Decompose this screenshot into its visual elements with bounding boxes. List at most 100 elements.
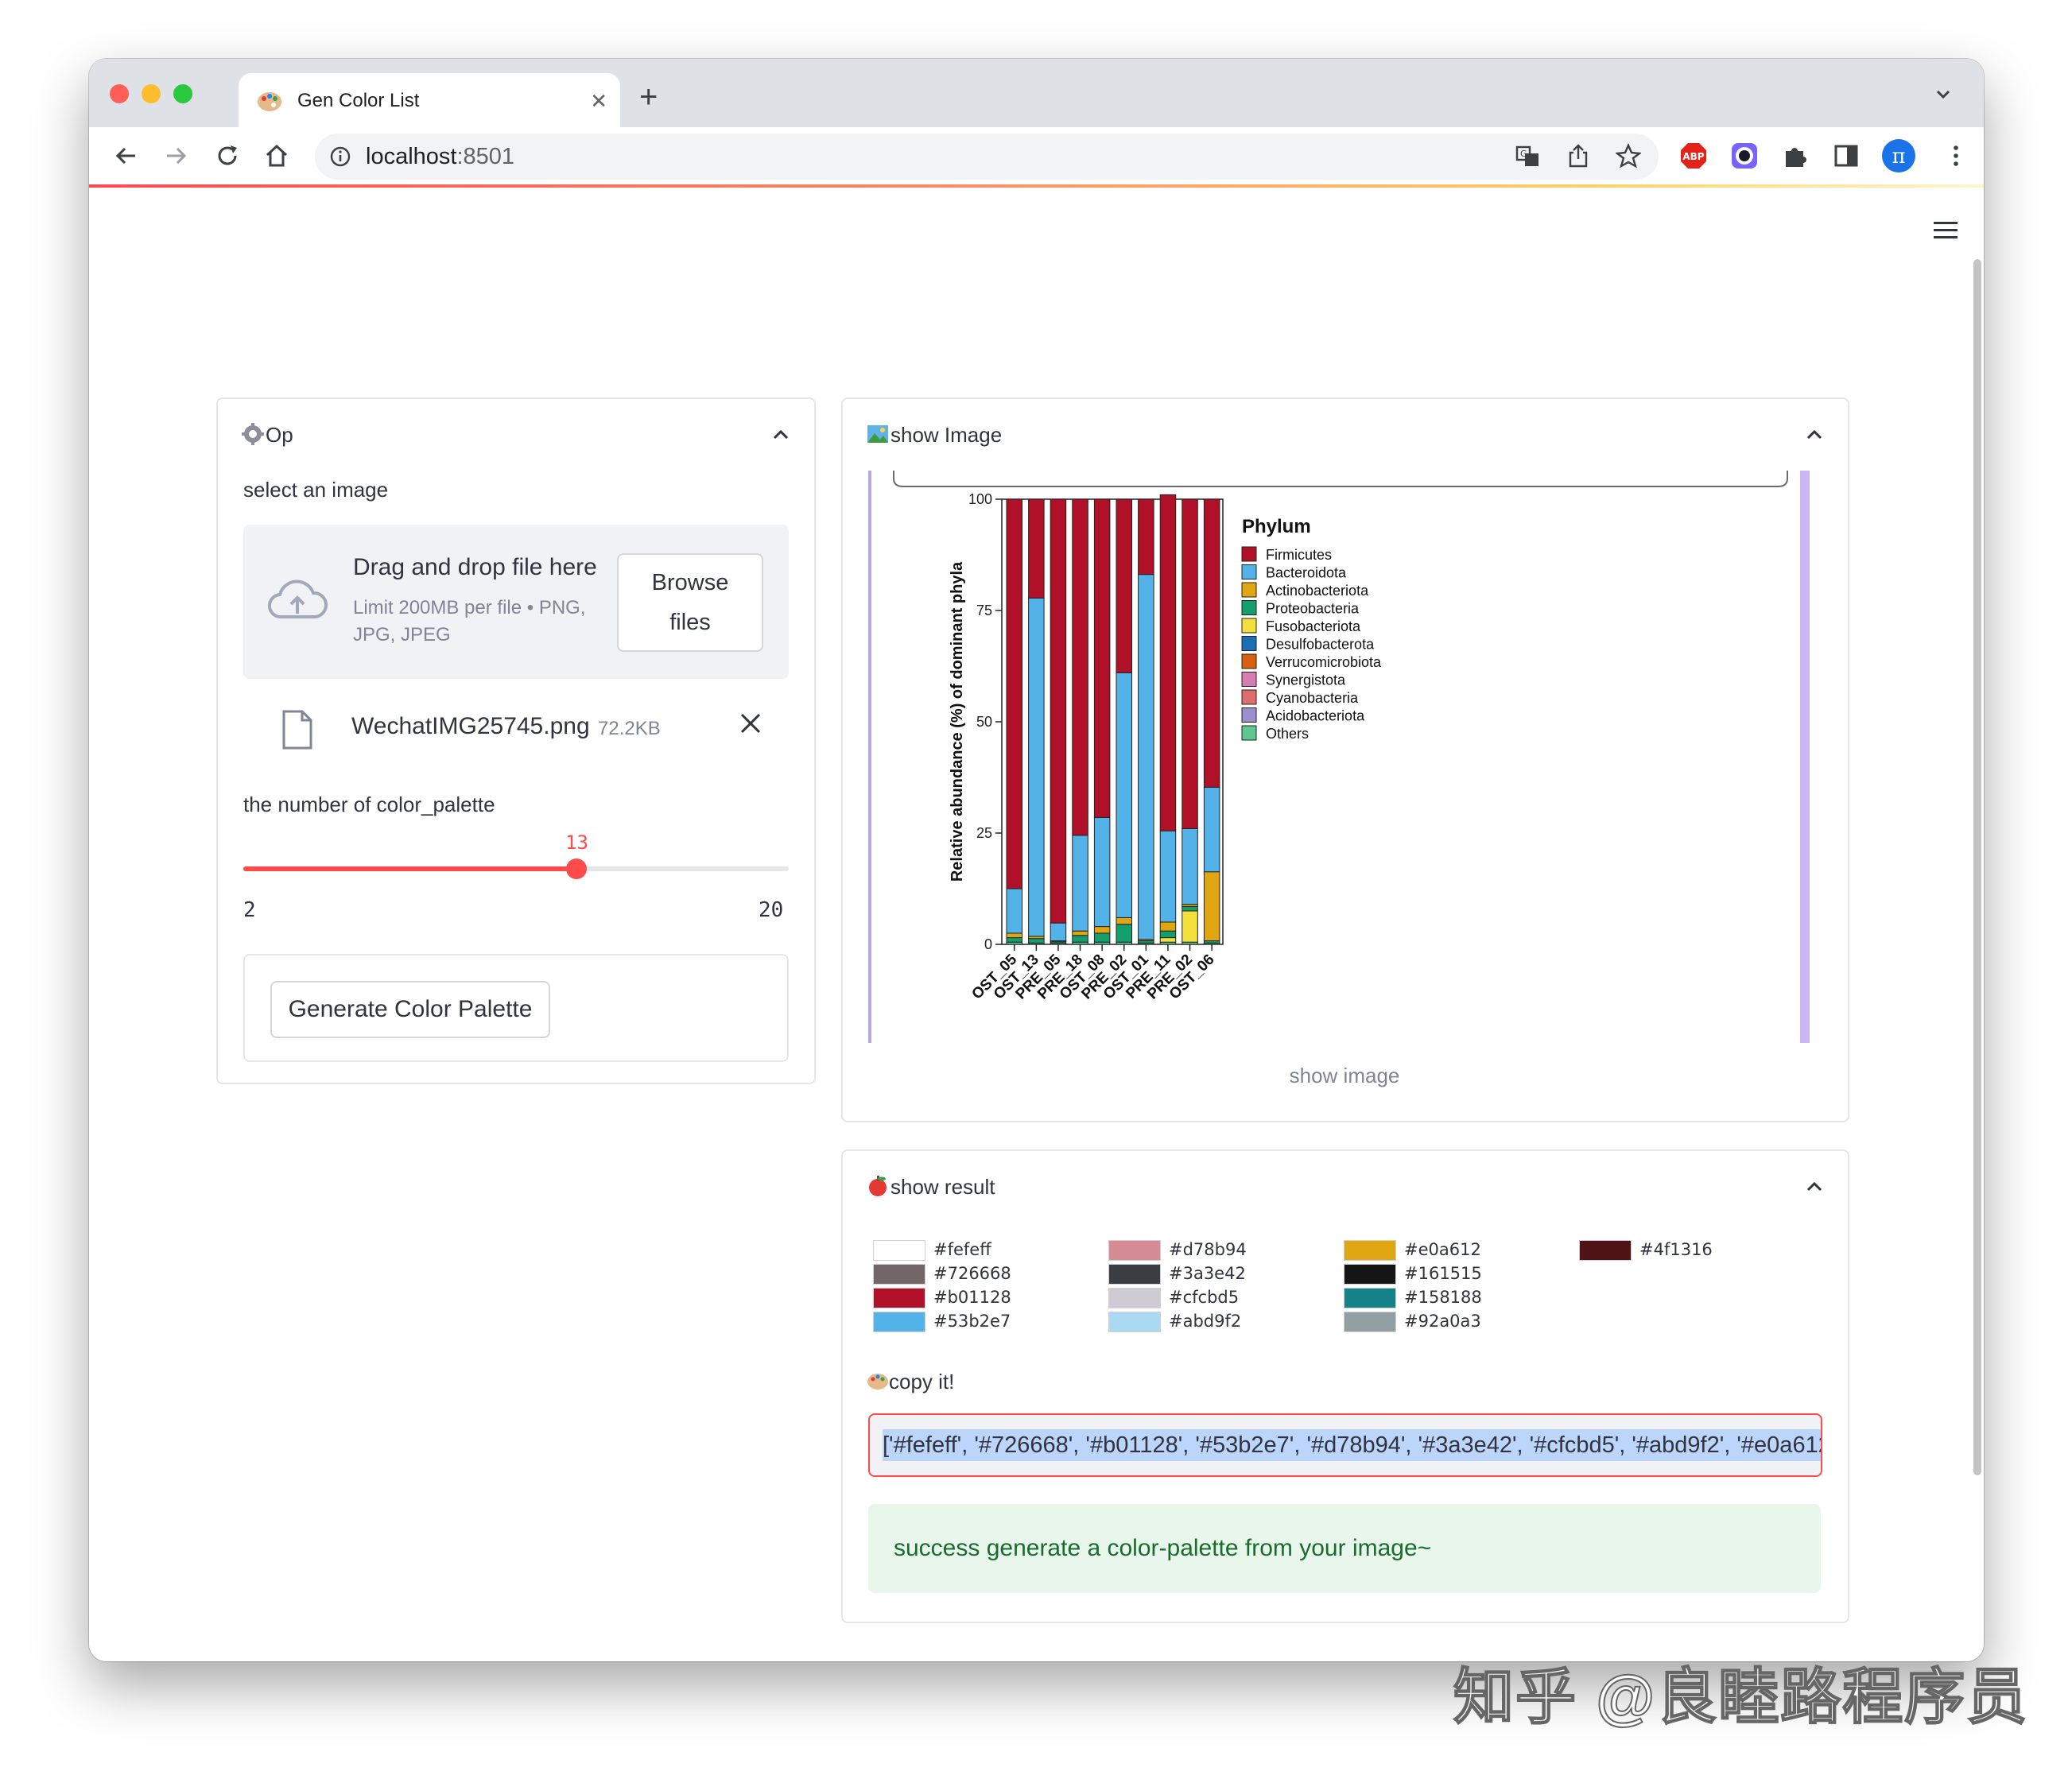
chevron-down-icon[interactable]	[1931, 83, 1955, 107]
op-expander-title: Op	[266, 423, 293, 447]
svg-text:G: G	[1520, 149, 1527, 159]
swatch-color-box	[1108, 1288, 1161, 1308]
bookmark-star-icon[interactable]	[1616, 143, 1641, 169]
legend-label: Desulfobacterota	[1266, 637, 1375, 653]
browse-button-line-2: files	[669, 610, 711, 635]
select-image-label: select an image	[243, 478, 389, 502]
frame-left-edge	[868, 471, 871, 1043]
chevron-up-icon[interactable]	[1805, 428, 1824, 442]
palette-copy-input[interactable]: ['#fefeff', '#726668', '#b01128', '#53b2…	[868, 1413, 1822, 1477]
back-arrow-icon[interactable]	[111, 141, 140, 170]
chevron-up-icon[interactable]	[1805, 1180, 1824, 1194]
color-picker-extension-icon[interactable]	[1730, 141, 1759, 170]
slider-thumb[interactable]	[566, 858, 587, 879]
show-result-title: show result	[890, 1175, 995, 1199]
page-scrollbar[interactable]	[1973, 259, 1981, 1475]
browser-toolbar: localhost:8501 G ABP π	[89, 127, 1984, 184]
profile-avatar-icon[interactable]: π	[1881, 138, 1916, 173]
show-image-expander-header[interactable]: show Image	[867, 421, 1002, 448]
tab-gen-color-list[interactable]: Gen Color List ✕	[239, 73, 620, 127]
side-panel-icon[interactable]	[1832, 141, 1861, 170]
bar-segment	[1182, 905, 1198, 912]
bar-segment	[1182, 910, 1198, 943]
share-icon[interactable]	[1566, 143, 1590, 169]
palette-swatch: #abd9f2	[1102, 1310, 1309, 1334]
y-tick-label: 25	[976, 825, 992, 841]
legend-swatch	[1241, 653, 1257, 669]
forward-arrow-icon[interactable]	[162, 141, 191, 170]
swatch-color-box	[1579, 1240, 1632, 1261]
home-icon[interactable]	[262, 141, 291, 170]
hamburger-menu-icon[interactable]	[1932, 219, 1959, 242]
svg-text:ABP: ABP	[1682, 151, 1704, 162]
gear-icon	[242, 423, 264, 445]
chevron-up-icon[interactable]	[771, 428, 790, 442]
swatch-hex-label: #d78b94	[1169, 1240, 1247, 1259]
bar-segment	[1116, 672, 1132, 918]
palette-copy-value[interactable]: ['#fefeff', '#726668', '#b01128', '#53b2…	[883, 1429, 1821, 1461]
close-window-button[interactable]	[110, 84, 129, 103]
show-image-title: show Image	[890, 423, 1003, 447]
bar-segment	[1116, 924, 1132, 943]
maximize-window-button[interactable]	[173, 84, 192, 103]
op-expander: Op select an image Drag and drop file he…	[216, 397, 816, 1084]
frame-top-bracket	[893, 471, 1788, 487]
palette-count-slider[interactable]	[243, 858, 789, 879]
browser-window: Gen Color List ✕ + localhost:8501 G ABP …	[89, 59, 1984, 1661]
swatch-hex-label: #726668	[933, 1264, 1011, 1283]
legend-swatch	[1241, 582, 1257, 598]
url-host: localhost	[366, 144, 457, 169]
generate-color-palette-button[interactable]: Generate Color Palette	[270, 981, 550, 1038]
bar-segment	[1159, 937, 1177, 943]
swatch-hex-label: #92a0a3	[1404, 1312, 1481, 1331]
reload-icon[interactable]	[213, 141, 242, 170]
bar-segment	[1203, 498, 1220, 788]
tab-title: Gen Color List	[297, 90, 420, 111]
translate-icon[interactable]: G	[1515, 145, 1541, 169]
legend-label: Proteobacteria	[1266, 601, 1360, 617]
bar-segment	[1050, 498, 1067, 924]
swatch-hex-label: #161515	[1404, 1264, 1482, 1283]
legend-label: Cyanobacteria	[1266, 690, 1359, 706]
new-tab-button[interactable]: +	[639, 79, 658, 114]
palette-swatch: #cfcbd5	[1102, 1286, 1309, 1310]
bar-segment	[1093, 498, 1111, 818]
info-icon[interactable]	[329, 145, 351, 168]
show-result-expander: show result #fefeff #726668 #b01128 #53b2e7…	[841, 1149, 1849, 1623]
address-bar[interactable]: localhost:8501 G	[315, 134, 1659, 180]
uploaded-file-name: WechatIMG25745.png	[351, 713, 590, 739]
bar-segment	[1072, 835, 1088, 932]
bar-segment	[1116, 917, 1132, 925]
minimize-window-button[interactable]	[142, 84, 161, 103]
y-tick-label: 0	[984, 936, 992, 952]
legend-swatch	[1241, 564, 1257, 579]
swatch-color-box	[1108, 1264, 1161, 1285]
swatch-color-box	[1108, 1240, 1161, 1261]
uploaded-image: 0 25 50 75 100 Relative abundance (%) of domi…	[868, 471, 1814, 1043]
y-tick-label: 50	[976, 714, 992, 730]
extensions-puzzle-icon[interactable]	[1781, 141, 1810, 170]
file-icon	[282, 710, 312, 750]
legend-swatch	[1241, 636, 1257, 651]
apple-icon	[869, 1176, 887, 1196]
adblock-icon[interactable]: ABP	[1679, 141, 1708, 170]
swatch-color-box	[1344, 1288, 1396, 1308]
bar-segment	[1028, 938, 1045, 944]
swatch-hex-label: #4f1316	[1639, 1240, 1713, 1259]
svg-text:π: π	[1892, 145, 1905, 169]
more-menu-icon[interactable]	[1942, 141, 1970, 170]
abundance-chart: 0 25 50 75 100 Relative abundance (%) of domi…	[868, 471, 1810, 1043]
form-container: Generate Color Palette	[243, 954, 789, 1062]
palette-icon	[867, 1374, 888, 1389]
tab-close-icon[interactable]: ✕	[590, 87, 607, 114]
browse-button-line-1: Browse	[651, 570, 729, 595]
op-expander-header[interactable]: Op	[242, 421, 293, 448]
bar-segment	[1050, 922, 1067, 942]
browse-files-button[interactable]: Browse files	[617, 553, 763, 652]
swatch-hex-label: #3a3e42	[1169, 1264, 1246, 1283]
remove-file-icon[interactable]	[736, 709, 765, 738]
show-result-expander-header[interactable]: show result	[867, 1173, 995, 1200]
palette-swatch: #158188	[1337, 1286, 1544, 1310]
file-dropzone[interactable]: Drag and drop file here Limit 200MB per …	[243, 525, 789, 679]
bar-segment	[1203, 871, 1220, 942]
